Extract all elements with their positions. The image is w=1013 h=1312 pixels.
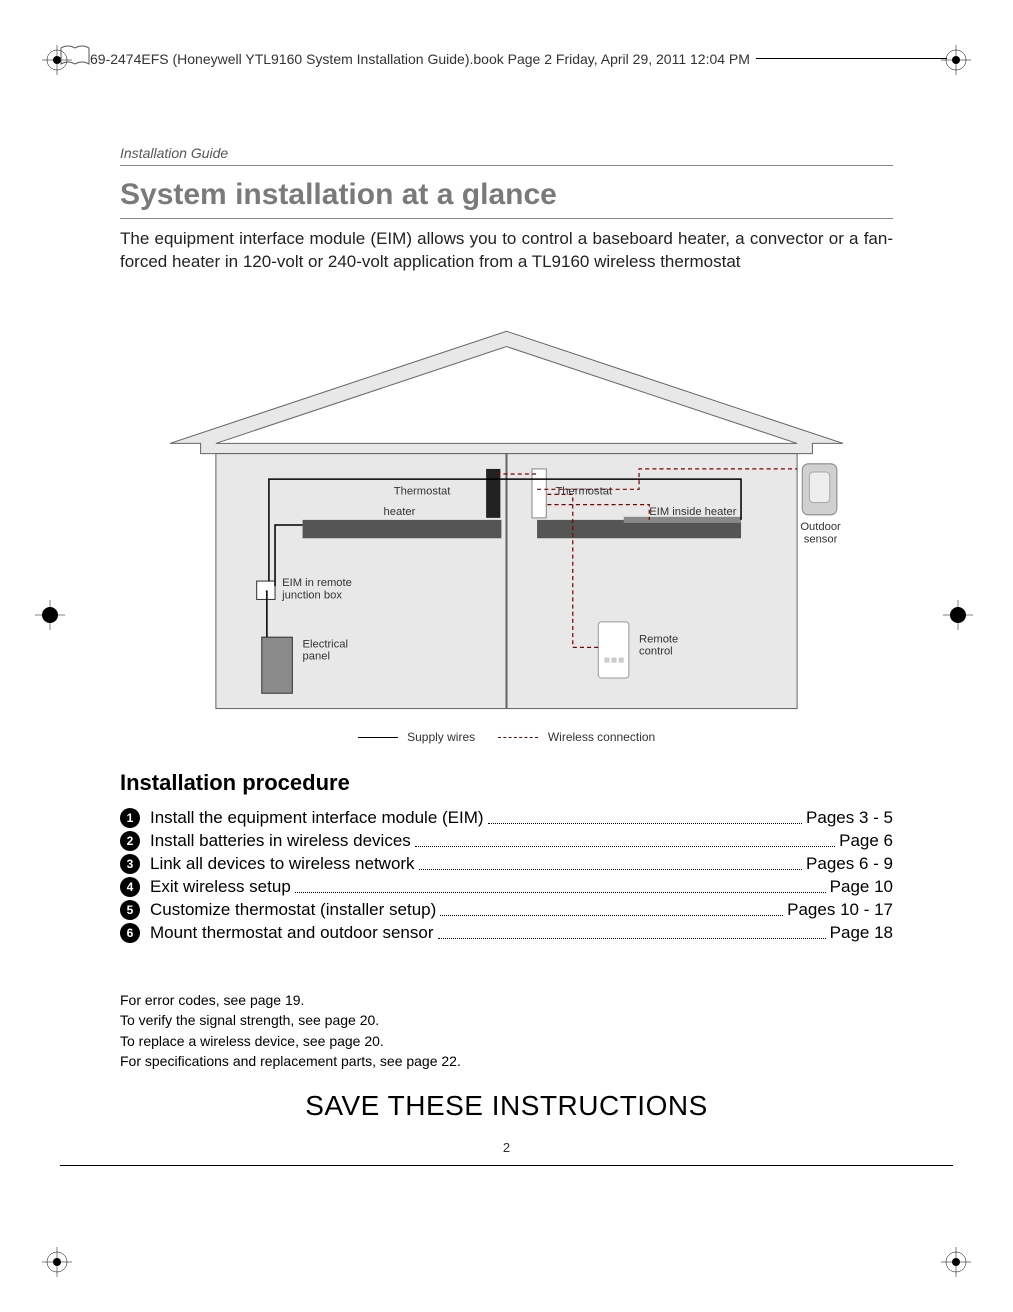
label-heater: heater xyxy=(384,506,416,518)
footer-rule xyxy=(60,1165,953,1166)
procedure-item: 2 Install batteries in wireless devices Pa… xyxy=(120,831,893,851)
procedure-item: 3 Link all devices to wireless network Pag… xyxy=(120,854,893,874)
step-number-badge: 6 xyxy=(120,923,140,943)
diagram-legend: Supply wires Wireless connection xyxy=(0,730,1013,744)
running-head-rule xyxy=(120,165,893,166)
legend-wireless: Wireless connection xyxy=(548,730,655,744)
note-line: For error codes, see page 19. xyxy=(120,990,893,1010)
header-bar: 69-2474EFS (Honeywell YTL9160 System Ins… xyxy=(60,45,953,72)
procedure-item: 4 Exit wireless setup Page 10 xyxy=(120,877,893,897)
register-mark-icon xyxy=(941,1247,971,1277)
label-eim-remote: EIM in remotejunction box xyxy=(281,577,352,601)
leader-dots xyxy=(415,846,835,847)
procedure-item: 5 Customize thermostat (installer setup) P… xyxy=(120,900,893,920)
legend-supply: Supply wires xyxy=(407,730,475,744)
system-diagram: Thermostat Thermostat heater EIM inside … xyxy=(170,320,843,730)
header-file-info: 69-2474EFS (Honeywell YTL9160 System Ins… xyxy=(90,51,750,67)
step-page: Page 18 xyxy=(830,923,893,943)
step-page: Pages 3 - 5 xyxy=(806,808,893,828)
running-head: Installation Guide xyxy=(120,145,228,161)
step-label: Install batteries in wireless devices xyxy=(150,831,411,851)
footer-notes: For error codes, see page 19. To verify … xyxy=(120,990,893,1071)
leader-dots xyxy=(488,823,802,824)
page-number: 2 xyxy=(0,1140,1013,1155)
header-rule xyxy=(756,58,947,59)
step-label: Mount thermostat and outdoor sensor xyxy=(150,923,434,943)
step-label: Customize thermostat (installer setup) xyxy=(150,900,436,920)
page-title: System installation at a glance xyxy=(120,178,557,212)
leader-dots xyxy=(295,892,826,893)
step-number-badge: 3 xyxy=(120,854,140,874)
procedure-item: 1 Install the equipment interface module … xyxy=(120,808,893,828)
leader-dots xyxy=(438,938,826,939)
step-number-badge: 1 xyxy=(120,808,140,828)
register-mark-icon xyxy=(35,600,65,630)
step-page: Page 6 xyxy=(839,831,893,851)
label-thermostat-right: Thermostat xyxy=(555,485,613,497)
leader-dots xyxy=(440,915,783,916)
step-number-badge: 4 xyxy=(120,877,140,897)
save-instructions: SAVE THESE INSTRUCTIONS xyxy=(0,1090,1013,1122)
step-page: Page 10 xyxy=(830,877,893,897)
note-line: To replace a wireless device, see page 2… xyxy=(120,1031,893,1051)
label-thermostat-left: Thermostat xyxy=(394,485,452,497)
label-outdoor-sensor: Outdoorsensor xyxy=(800,521,841,545)
supply-wire-icon xyxy=(358,737,398,738)
step-label: Exit wireless setup xyxy=(150,877,291,897)
step-number-badge: 2 xyxy=(120,831,140,851)
intro-paragraph: The equipment interface module (EIM) all… xyxy=(120,228,893,274)
page: 69-2474EFS (Honeywell YTL9160 System Ins… xyxy=(0,0,1013,1312)
note-line: For specifications and replacement parts… xyxy=(120,1051,893,1071)
title-rule xyxy=(120,218,893,219)
wireless-line-icon xyxy=(498,737,538,738)
step-number-badge: 5 xyxy=(120,900,140,920)
subheading: Installation procedure xyxy=(120,770,350,796)
label-remote-control: Remotecontrol xyxy=(639,633,678,657)
procedure-item: 6 Mount thermostat and outdoor sensor Page… xyxy=(120,923,893,943)
label-eim-inside: EIM inside heater xyxy=(649,506,736,518)
step-label: Link all devices to wireless network xyxy=(150,854,415,874)
leader-dots xyxy=(419,869,802,870)
register-mark-icon xyxy=(943,600,973,630)
step-page: Pages 6 - 9 xyxy=(806,854,893,874)
note-line: To verify the signal strength, see page … xyxy=(120,1010,893,1030)
step-label: Install the equipment interface module (… xyxy=(150,808,484,828)
procedure-list: 1 Install the equipment interface module … xyxy=(120,805,893,946)
step-page: Pages 10 - 17 xyxy=(787,900,893,920)
register-mark-icon xyxy=(42,1247,72,1277)
book-icon xyxy=(60,45,90,72)
